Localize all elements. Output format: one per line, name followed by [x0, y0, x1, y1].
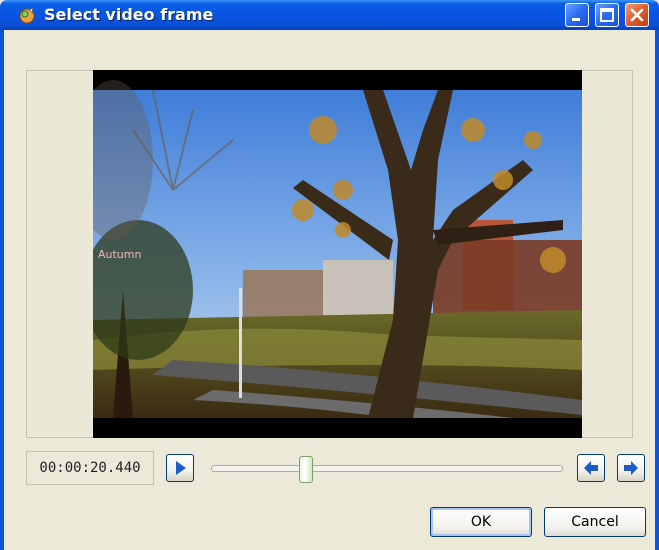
window-border-left	[0, 30, 4, 550]
minimize-icon	[572, 18, 580, 21]
maximize-icon	[600, 8, 614, 22]
maximize-button[interactable]	[595, 3, 619, 27]
ok-button[interactable]: OK	[430, 507, 532, 537]
video-frame-image: Autumn	[93, 70, 582, 438]
play-button[interactable]	[166, 454, 194, 482]
window-title: Select video frame	[44, 5, 214, 24]
video-overlay-text: Autumn	[98, 248, 141, 261]
timeline-track[interactable]	[211, 465, 563, 472]
previous-frame-button[interactable]	[577, 454, 605, 482]
timecode-display: 00:00:20.440	[26, 451, 154, 485]
title-bar[interactable]: Select video frame	[0, 0, 659, 30]
window-border-right	[655, 30, 659, 550]
minimize-button[interactable]	[565, 3, 589, 27]
timeline-thumb[interactable]	[299, 456, 314, 483]
video-preview[interactable]: Autumn	[93, 70, 582, 438]
next-frame-button[interactable]	[617, 454, 645, 482]
close-icon	[630, 8, 644, 22]
close-button[interactable]	[625, 3, 649, 27]
arrow-left-icon	[584, 461, 598, 475]
arrow-right-icon	[624, 461, 638, 475]
cancel-button[interactable]: Cancel	[544, 507, 646, 537]
app-icon	[18, 6, 36, 24]
play-icon	[176, 461, 186, 475]
